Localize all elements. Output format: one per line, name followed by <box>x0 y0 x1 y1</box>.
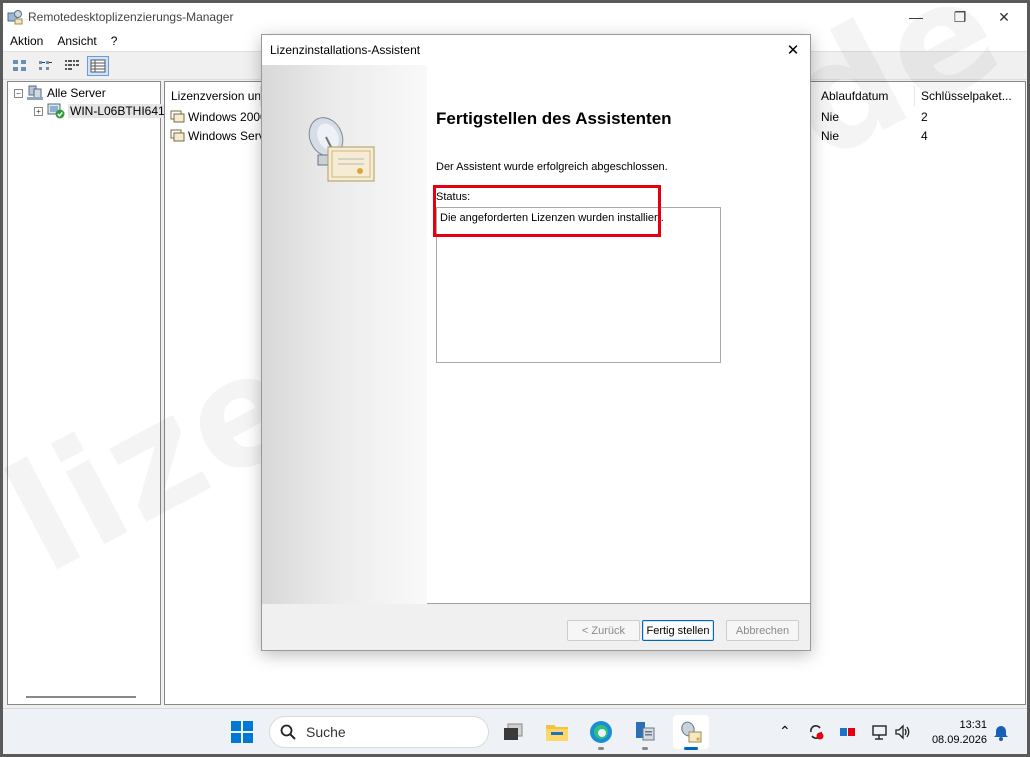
wizard-side-panel <box>262 65 427 604</box>
taskbar-file-explorer[interactable] <box>541 717 573 747</box>
tray-notification-icon[interactable] <box>993 723 1009 744</box>
window-title: Remotedesktoplizenzierungs-Manager <box>28 10 234 24</box>
clock-time: 13:31 <box>959 719 987 731</box>
tray-chevron-icon[interactable]: ⌃ <box>779 723 791 740</box>
main-titlebar: Remotedesktoplizenzierungs-Manager <box>3 3 1027 31</box>
bell-icon <box>994 726 1008 741</box>
large-icons-view-button[interactable] <box>9 56 31 76</box>
details-view-button[interactable] <box>87 55 109 76</box>
tree-item-server[interactable]: + WIN-L06BTHI641 <box>34 103 167 119</box>
tray-volume-icon[interactable] <box>894 723 912 744</box>
search-icon <box>280 724 296 740</box>
column-expiry-date[interactable]: Ablaufdatum <box>815 86 915 106</box>
tree-label-server: WIN-L06BTHI641 <box>68 104 167 118</box>
back-button[interactable]: < Zurück <box>567 620 640 641</box>
dialog-close-button[interactable]: ✕ <box>784 41 802 59</box>
license-install-wizard-dialog: Lizenzinstallations-Assistent ✕ Fertigst… <box>261 34 811 651</box>
close-button[interactable]: ✕ <box>981 3 1027 31</box>
search-placeholder: Suche <box>306 724 346 740</box>
taskbar: Suche ⌃ 13:31 08.09.2026 <box>3 708 1027 754</box>
taskbar-edge[interactable] <box>585 717 617 750</box>
column-key-pack[interactable]: Schlüsselpaket... <box>915 86 1015 106</box>
license-pack-icon <box>170 129 185 142</box>
server-activated-icon <box>47 103 65 119</box>
network-icon <box>872 725 887 740</box>
large-icons-icon <box>13 59 26 71</box>
cancel-button[interactable]: Abbrechen <box>726 620 799 641</box>
column-license-version[interactable]: Lizenzversion und -typ <box>165 86 261 106</box>
tree-label-all-servers: Alle Server <box>47 86 106 100</box>
tray-sync-icon[interactable] <box>807 723 825 744</box>
running-indicator <box>642 747 648 750</box>
dialog-title: Lizenzinstallations-Assistent <box>270 43 421 57</box>
details-view-icon <box>90 59 106 72</box>
edge-browser-icon <box>590 721 612 743</box>
finish-button[interactable]: Fertig stellen <box>642 620 714 641</box>
list-view-button[interactable] <box>61 56 83 76</box>
speaker-icon <box>895 724 910 740</box>
taskbar-server-manager[interactable] <box>629 717 661 750</box>
cell-license-name: Windows 2000 <box>188 110 263 124</box>
server-tree: − Alle Server + WIN-L06BTHI641 <box>7 81 167 705</box>
small-icons-view-button[interactable] <box>35 56 57 76</box>
license-manager-icon <box>7 10 23 25</box>
tray-app-icon[interactable] <box>839 723 857 744</box>
menu-help[interactable]: ? <box>104 34 125 48</box>
license-pack-icon <box>170 110 185 123</box>
running-indicator <box>598 747 604 750</box>
maximize-button[interactable]: ❐ <box>937 3 983 31</box>
cell-license-name: Windows Server <box>188 129 263 143</box>
wizard-message: Der Assistent wurde erfolgreich abgeschl… <box>436 161 668 173</box>
taskbar-search[interactable]: Suche <box>269 716 489 748</box>
network-app-icon <box>840 728 855 736</box>
tray-network-icon[interactable] <box>871 723 889 744</box>
server-group-icon <box>27 85 43 100</box>
tree-horizontal-scrollbar[interactable] <box>26 696 136 698</box>
menu-aktion[interactable]: Aktion <box>3 34 50 48</box>
license-manager-icon <box>681 721 702 743</box>
menu-ansicht[interactable]: Ansicht <box>50 34 103 48</box>
minimize-button[interactable]: — <box>893 3 939 31</box>
start-button[interactable] <box>226 717 258 747</box>
screen-frame: Remotedesktoplizenzierungs-Manager — ❐ ✕… <box>0 0 1030 757</box>
clock-date: 08.09.2026 <box>931 734 987 746</box>
windows-logo-icon <box>231 721 253 743</box>
sync-alert-icon <box>810 725 824 740</box>
expand-icon[interactable]: + <box>34 106 43 116</box>
taskbar-clock[interactable]: 13:31 08.09.2026 <box>932 718 987 748</box>
taskbar-license-manager[interactable] <box>673 715 709 750</box>
server-manager-icon <box>636 722 655 741</box>
wizard-heading: Fertigstellen des Assistenten <box>436 109 672 128</box>
cell-key-pack: 2 <box>921 110 928 124</box>
active-indicator <box>684 747 698 750</box>
list-view-icon <box>65 59 79 70</box>
small-icons-icon <box>39 60 52 70</box>
cell-key-pack: 4 <box>921 129 928 143</box>
cell-expiry: Nie <box>821 129 840 143</box>
dialog-body: Fertigstellen des Assistenten Der Assist… <box>262 65 810 604</box>
certificate-satellite-icon <box>308 117 375 182</box>
cell-expiry: Nie <box>821 110 840 124</box>
collapse-icon[interactable]: − <box>14 88 23 98</box>
dialog-titlebar: Lizenzinstallations-Assistent <box>262 35 810 65</box>
tree-item-all-servers[interactable]: − Alle Server <box>14 85 106 101</box>
taskbar-task-view[interactable] <box>497 717 529 747</box>
folder-icon <box>546 725 568 741</box>
task-view-icon <box>504 723 523 740</box>
highlight-frame <box>433 185 661 237</box>
